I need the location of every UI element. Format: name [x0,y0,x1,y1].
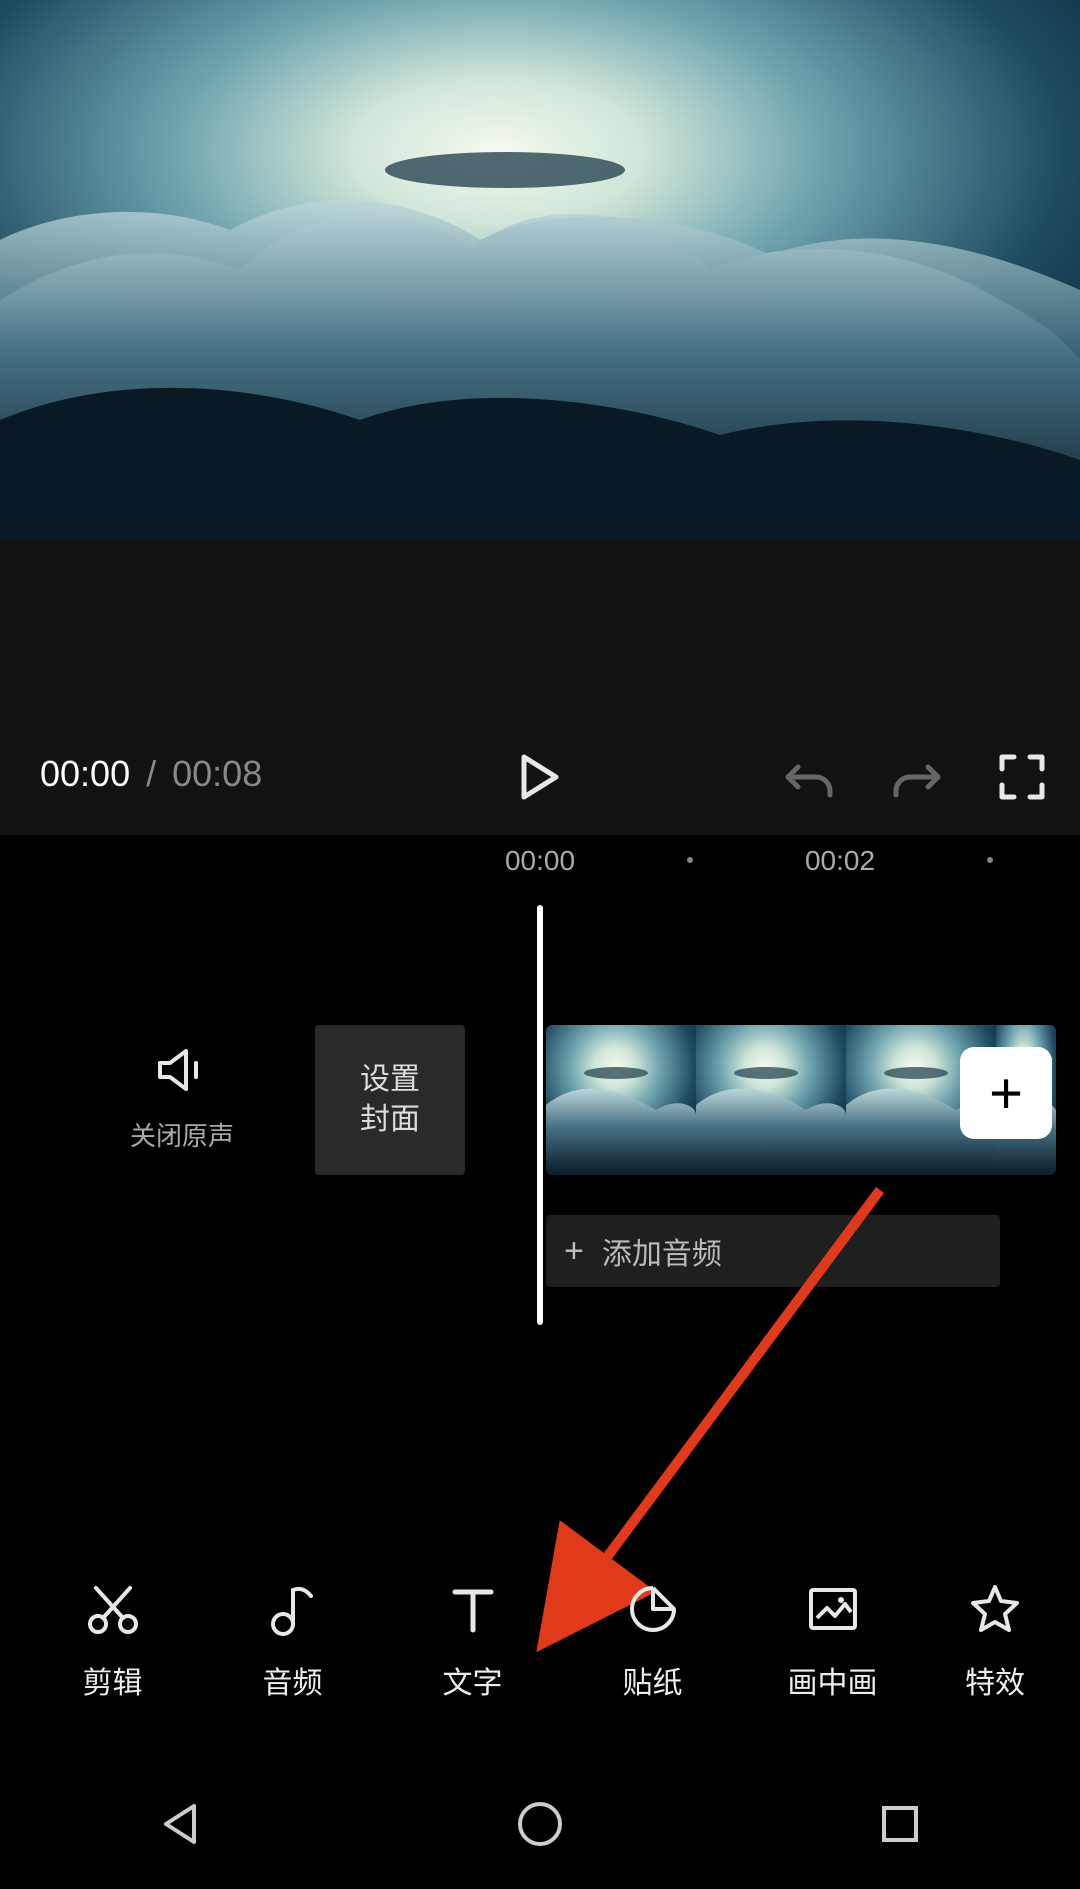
tool-label: 贴纸 [600,1658,705,1702]
playhead[interactable] [537,905,543,1325]
add-clip-button[interactable]: + [960,1047,1052,1139]
ruler-dot [987,857,993,863]
video-editor-app: 00:00 / 00:08 [0,0,1080,1889]
redo-button[interactable] [888,749,944,805]
add-audio-button[interactable]: + 添加音频 [546,1215,1000,1287]
clip-thumbnail [696,1025,846,1175]
play-button[interactable] [512,749,568,805]
tool-label: 特效 [960,1658,1030,1702]
sticker-icon [628,1584,678,1634]
circle-home-icon [510,1794,570,1854]
redo-icon [890,755,942,799]
ruler-dot [687,857,693,863]
time-display: 00:00 / 00:08 [40,753,262,795]
current-time: 00:00 [40,753,130,794]
tool-label: 画中画 [780,1658,885,1702]
music-note-icon [269,1582,317,1636]
tool-label: 音频 [240,1658,345,1702]
plus-icon: + [564,1232,584,1271]
tool-pip[interactable]: 画中画 [780,1580,885,1750]
square-recents-icon [870,1794,930,1854]
tool-edit[interactable]: 剪辑 [60,1580,165,1750]
mute-label: 关闭原声 [130,1116,234,1153]
ruler-tick: 00:00 [505,845,575,877]
clip-thumbnail [546,1025,696,1175]
ruler-tick: 00:02 [805,845,875,877]
speaker-icon [156,1047,208,1093]
set-cover-label: 设置 封面 [360,1060,420,1140]
video-preview[interactable] [0,0,1080,540]
scissors-icon [86,1582,140,1636]
plus-icon: + [989,1060,1023,1127]
tool-sticker[interactable]: 贴纸 [600,1580,705,1750]
undo-icon [784,755,836,799]
tool-label: 剪辑 [60,1658,165,1702]
tool-effects[interactable]: 特效 [960,1580,1030,1750]
play-icon [520,753,560,801]
triangle-back-icon [150,1794,210,1854]
playback-controls: 00:00 / 00:08 [0,540,1080,835]
bottom-toolbar: 剪辑 音频 文字 [0,1580,1080,1750]
time-separator: / [146,753,156,794]
tool-audio[interactable]: 音频 [240,1580,345,1750]
preview-image [0,0,1080,540]
mute-original-audio-button[interactable]: 关闭原声 [130,1047,234,1153]
nav-back-button[interactable] [150,1794,210,1854]
tool-text[interactable]: 文字 [420,1580,525,1750]
text-icon [449,1584,497,1634]
timeline[interactable]: 00:00 00:02 关闭原声 设置 封面 [0,835,1080,1465]
nav-home-button[interactable] [510,1794,570,1854]
add-audio-label: 添加音频 [602,1229,722,1273]
pip-icon [807,1586,859,1632]
fullscreen-button[interactable] [994,749,1050,805]
nav-recents-button[interactable] [870,1794,930,1854]
star-icon [969,1583,1021,1635]
fullscreen-icon [998,753,1046,801]
total-duration: 00:08 [172,753,262,794]
undo-button[interactable] [782,749,838,805]
system-nav-bar [0,1759,1080,1889]
set-cover-button[interactable]: 设置 封面 [315,1025,465,1175]
tool-label: 文字 [420,1658,525,1702]
time-ruler: 00:00 00:02 [0,845,1080,885]
